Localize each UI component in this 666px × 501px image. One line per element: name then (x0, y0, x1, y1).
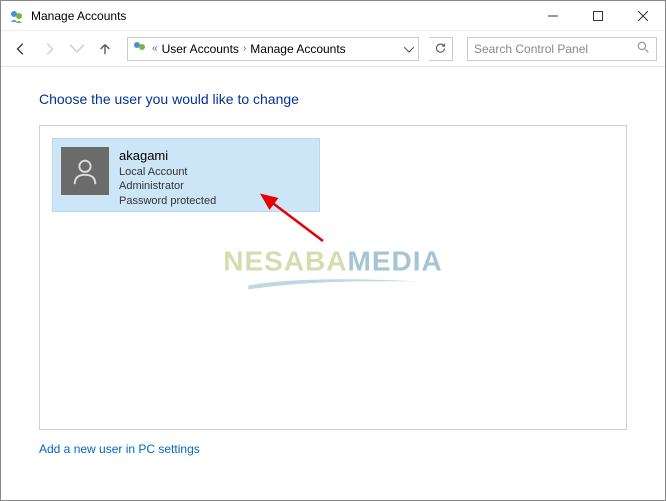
watermark-part1: NESABA (223, 246, 347, 277)
content-area: Choose the user you would like to change… (1, 67, 665, 468)
user-accounts-icon (132, 39, 148, 58)
watermark: NESABAMEDIA (223, 246, 442, 297)
account-role: Administrator (119, 179, 216, 194)
search-input[interactable]: Search Control Panel (467, 37, 657, 61)
breadcrumb[interactable]: « User Accounts › Manage Accounts (127, 37, 419, 61)
account-name: akagami (119, 147, 216, 165)
refresh-button[interactable] (429, 37, 453, 61)
minimize-button[interactable] (530, 1, 575, 30)
watermark-part2: MEDIA (348, 246, 443, 277)
chevron-right-icon: › (243, 43, 246, 54)
breadcrumb-manage-accounts[interactable]: Manage Accounts (250, 42, 345, 56)
up-button[interactable] (93, 37, 117, 61)
account-tile[interactable]: akagami Local Account Administrator Pass… (52, 138, 320, 212)
avatar (61, 147, 109, 195)
maximize-button[interactable] (575, 1, 620, 30)
chevron-icon: « (152, 43, 158, 54)
recent-dropdown[interactable] (65, 37, 89, 61)
add-user-link[interactable]: Add a new user in PC settings (39, 442, 200, 456)
search-placeholder: Search Control Panel (474, 42, 588, 56)
window-controls (530, 1, 665, 30)
navigation-bar: « User Accounts › Manage Accounts Search… (1, 31, 665, 67)
close-button[interactable] (620, 1, 665, 30)
accounts-panel: akagami Local Account Administrator Pass… (39, 125, 627, 430)
watermark-swoosh-icon (243, 274, 423, 292)
user-accounts-icon (9, 8, 25, 24)
account-type: Local Account (119, 165, 216, 180)
account-info: akagami Local Account Administrator Pass… (119, 147, 216, 209)
breadcrumb-user-accounts[interactable]: User Accounts (162, 42, 239, 56)
search-icon (637, 41, 650, 57)
back-button[interactable] (9, 37, 33, 61)
window-title: Manage Accounts (31, 9, 530, 23)
breadcrumb-dropdown-icon[interactable] (404, 42, 414, 56)
account-protection: Password protected (119, 194, 216, 209)
page-heading: Choose the user you would like to change (39, 91, 627, 107)
titlebar: Manage Accounts (1, 1, 665, 31)
forward-button[interactable] (37, 37, 61, 61)
